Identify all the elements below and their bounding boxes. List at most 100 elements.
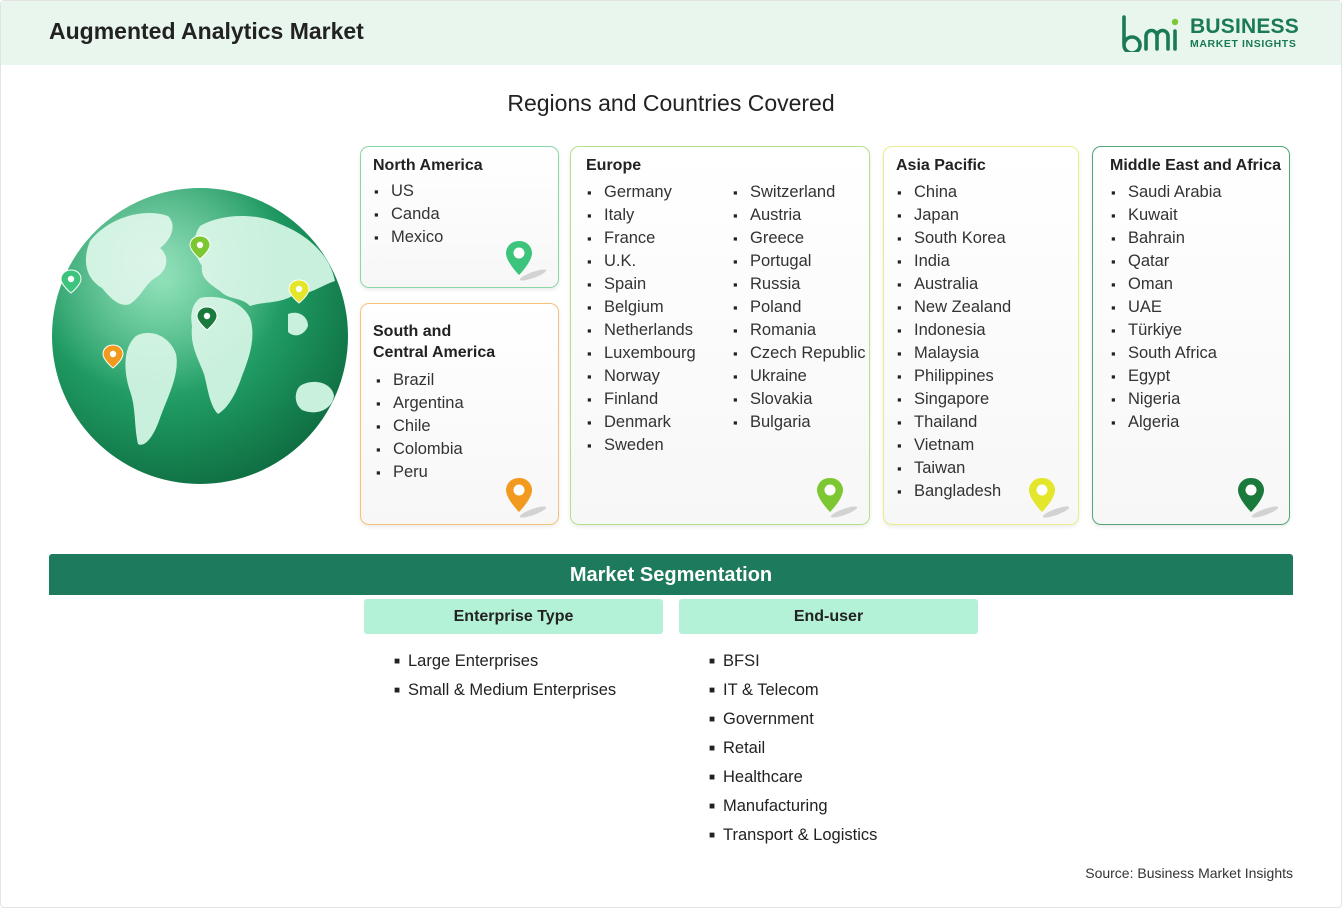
card-title-asia-pacific: Asia Pacific xyxy=(896,157,986,174)
location-pin-icon xyxy=(506,241,547,281)
regions-title: Regions and Countries Covered xyxy=(507,90,835,116)
list-item: Vietnam xyxy=(897,434,1011,457)
list-item: Manufacturing xyxy=(709,792,877,821)
segmentation-header: Market Segmentation xyxy=(49,554,1293,595)
list-item: South Africa xyxy=(1111,342,1222,365)
card-title-north-america: North America xyxy=(373,157,483,174)
segment-label: End-user xyxy=(793,608,864,625)
location-pin-icon xyxy=(1029,478,1070,518)
list-item: Healthcare xyxy=(709,763,877,792)
list-item: Small & Medium Enterprises xyxy=(394,676,616,705)
list-item: Czech Republic xyxy=(733,342,866,365)
list-item: South Korea xyxy=(897,227,1011,250)
segment-header-enterprise-type: Enterprise Type xyxy=(364,599,663,634)
south-central-america-list: Brazil Argentina Chile Colombia Peru xyxy=(376,369,464,484)
globe-illustration xyxy=(52,188,348,484)
list-item: Government xyxy=(709,705,877,734)
brand-logo: BUSINESS MARKET INSIGHTS xyxy=(1120,14,1300,52)
list-item: UAE xyxy=(1111,296,1222,319)
list-item: Philippines xyxy=(897,365,1011,388)
list-item: Kuwait xyxy=(1111,204,1222,227)
bmi-logo-icon xyxy=(1122,15,1179,52)
list-item: Retail xyxy=(709,734,877,763)
enterprise-type-list: Large Enterprises Small & Medium Enterpr… xyxy=(394,647,616,705)
list-item: Bulgaria xyxy=(733,411,866,434)
location-pin-icon xyxy=(1238,478,1279,518)
list-item: Greece xyxy=(733,227,866,250)
list-item: Portugal xyxy=(733,250,866,273)
list-item: Spain xyxy=(587,273,696,296)
card-title-line: Central America xyxy=(373,344,496,361)
list-item: Luxembourg xyxy=(587,342,696,365)
card-title-europe: Europe xyxy=(586,157,642,174)
list-item: Japan xyxy=(897,204,1011,227)
list-item: Egypt xyxy=(1111,365,1222,388)
list-item: Mexico xyxy=(374,226,443,249)
europe-list-col2: Switzerland Austria Greece Portugal Russ… xyxy=(733,181,866,434)
location-pin-icon xyxy=(506,478,547,518)
list-item: Argentina xyxy=(376,392,464,415)
list-item: Peru xyxy=(376,461,464,484)
page-title: Augmented Analytics Market xyxy=(49,18,364,44)
logo-word-business: BUSINESS xyxy=(1190,15,1299,38)
card-south-central-america: South and Central America Brazil Argenti… xyxy=(360,303,559,525)
list-item: Colombia xyxy=(376,438,464,461)
north-america-list: US Canda Mexico xyxy=(374,180,443,249)
list-item: Türkiye xyxy=(1111,319,1222,342)
list-item: BFSI xyxy=(709,647,877,676)
middle-east-africa-list: Saudi Arabia Kuwait Bahrain Qatar Oman U… xyxy=(1111,181,1222,434)
segment-label: Enterprise Type xyxy=(453,608,574,625)
list-item: Thailand xyxy=(897,411,1011,434)
list-item: Large Enterprises xyxy=(394,647,616,676)
card-north-america: North America US Canda Mexico xyxy=(360,146,559,288)
list-item: Malaysia xyxy=(897,342,1011,365)
list-item: Russia xyxy=(733,273,866,296)
list-item: Denmark xyxy=(587,411,696,434)
end-user-list: BFSI IT & Telecom Government Retail Heal… xyxy=(709,647,877,850)
list-item: Indonesia xyxy=(897,319,1011,342)
location-pin-icon xyxy=(817,478,858,518)
card-middle-east-africa: Middle East and Africa Saudi Arabia Kuwa… xyxy=(1092,146,1290,525)
list-item: Brazil xyxy=(376,369,464,392)
list-item: Chile xyxy=(376,415,464,438)
list-item: Nigeria xyxy=(1111,388,1222,411)
list-item: Germany xyxy=(587,181,696,204)
list-item: India xyxy=(897,250,1011,273)
card-title-south-central-america: South and Central America xyxy=(373,321,495,363)
list-item: Transport & Logistics xyxy=(709,821,877,850)
list-item: Romania xyxy=(733,319,866,342)
logo-word-market-insights: MARKET INSIGHTS xyxy=(1190,38,1297,50)
list-item: Finland xyxy=(587,388,696,411)
list-item: Italy xyxy=(587,204,696,227)
list-item: Netherlands xyxy=(587,319,696,342)
list-item: Bahrain xyxy=(1111,227,1222,250)
list-item: Norway xyxy=(587,365,696,388)
list-item: Sweden xyxy=(587,434,696,457)
card-asia-pacific: Asia Pacific China Japan South Korea Ind… xyxy=(883,146,1079,525)
list-item: Oman xyxy=(1111,273,1222,296)
list-item: Switzerland xyxy=(733,181,866,204)
card-title-line: South and xyxy=(373,323,452,340)
list-item: IT & Telecom xyxy=(709,676,877,705)
list-item: China xyxy=(897,181,1011,204)
list-item: Algeria xyxy=(1111,411,1222,434)
list-item: Belgium xyxy=(587,296,696,319)
list-item: Taiwan xyxy=(897,457,1011,480)
list-item: Ukraine xyxy=(733,365,866,388)
list-item: U.K. xyxy=(587,250,696,273)
list-item: Poland xyxy=(733,296,866,319)
list-item: US xyxy=(374,180,443,203)
segment-header-end-user: End-user xyxy=(679,599,978,634)
list-item: Canda xyxy=(374,203,443,226)
card-europe: Europe Germany Italy France U.K. Spain B… xyxy=(570,146,870,525)
list-item: Singapore xyxy=(897,388,1011,411)
list-item: Saudi Arabia xyxy=(1111,181,1222,204)
segmentation-title: Market Segmentation xyxy=(569,564,773,586)
list-item: France xyxy=(587,227,696,250)
asia-pacific-list: China Japan South Korea India Australia … xyxy=(897,181,1011,503)
europe-list-col1: Germany Italy France U.K. Spain Belgium … xyxy=(587,181,696,457)
list-item: Qatar xyxy=(1111,250,1222,273)
card-title-middle-east-africa: Middle East and Africa xyxy=(1110,157,1281,174)
list-item: Slovakia xyxy=(733,388,866,411)
source-note: Source: Business Market Insights xyxy=(1085,865,1293,881)
